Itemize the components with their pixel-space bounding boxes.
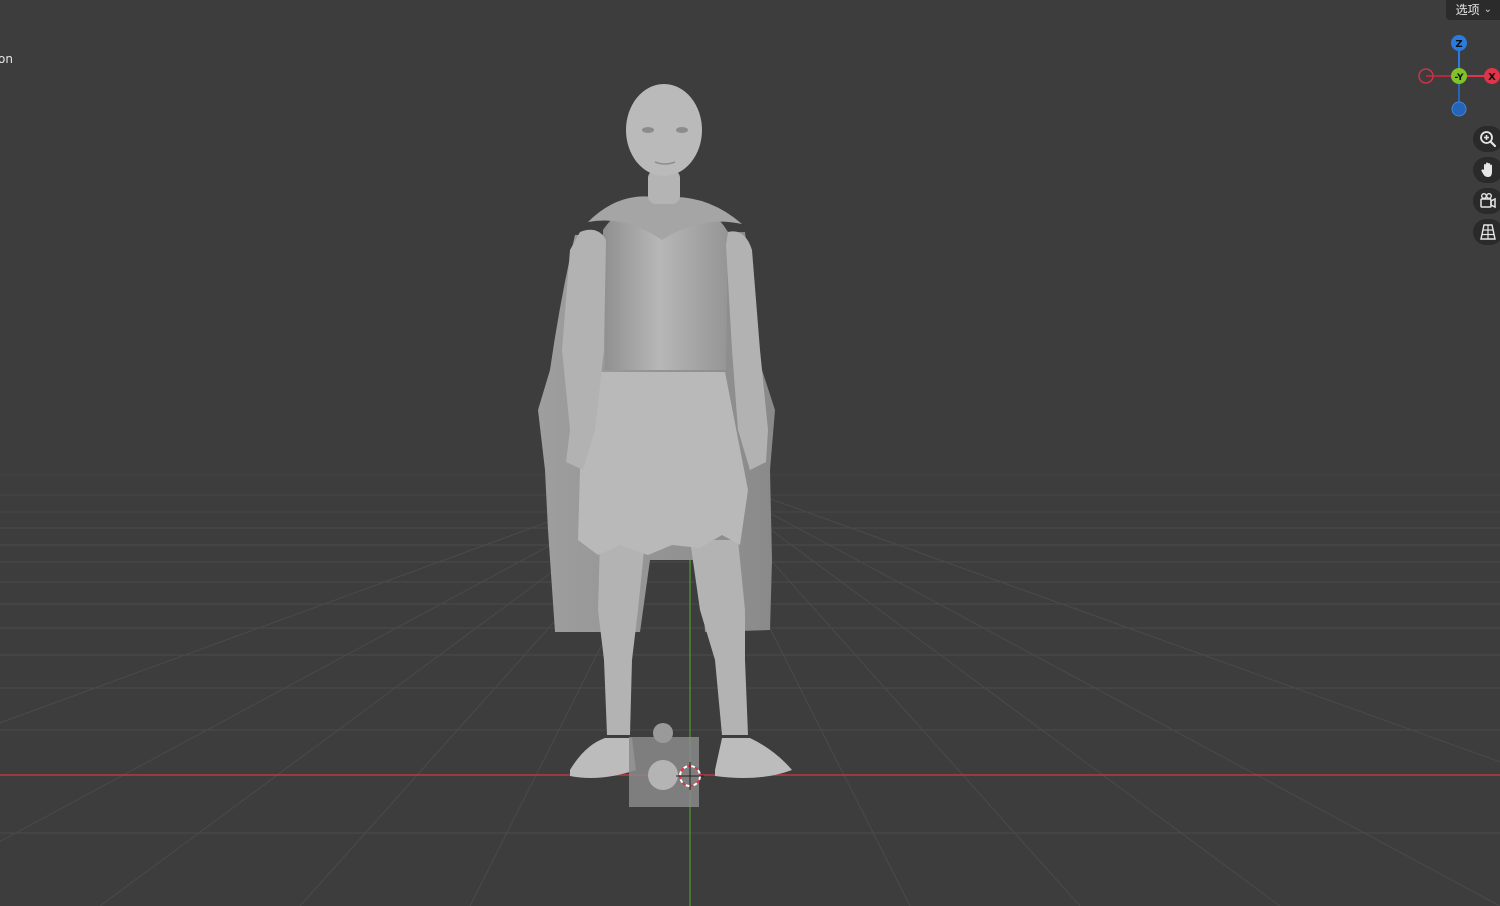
character-model xyxy=(538,84,792,778)
perspective-grid-icon xyxy=(1480,224,1496,240)
options-label: 选项 xyxy=(1455,3,1480,17)
viewport-mode-label: on xyxy=(0,52,13,66)
zoom-icon xyxy=(1480,131,1497,148)
light-object xyxy=(629,723,699,807)
options-dropdown-button[interactable]: 选项 ⌄ xyxy=(1445,0,1500,20)
zoom-button[interactable] xyxy=(1473,126,1500,152)
camera-view-icon xyxy=(1480,193,1496,209)
camera-view-button[interactable] xyxy=(1473,188,1500,214)
chevron-down-icon: ⌄ xyxy=(1483,4,1492,15)
gizmo-y-label: -Y xyxy=(1455,73,1464,83)
pan-button[interactable] xyxy=(1473,157,1500,183)
hand-pan-icon xyxy=(1481,162,1492,177)
perspective-toggle-button[interactable] xyxy=(1473,219,1500,245)
navigation-gizmo[interactable]: Z X -Y xyxy=(1410,30,1500,125)
viewport-scene[interactable] xyxy=(0,0,1500,906)
gizmo-neg-z-handle xyxy=(1451,101,1467,117)
3d-viewport[interactable]: on 选项 ⌄ Z X -Y xyxy=(0,0,1500,906)
gizmo-z-label: Z xyxy=(1455,39,1462,50)
gizmo-x-label: X xyxy=(1488,72,1496,83)
